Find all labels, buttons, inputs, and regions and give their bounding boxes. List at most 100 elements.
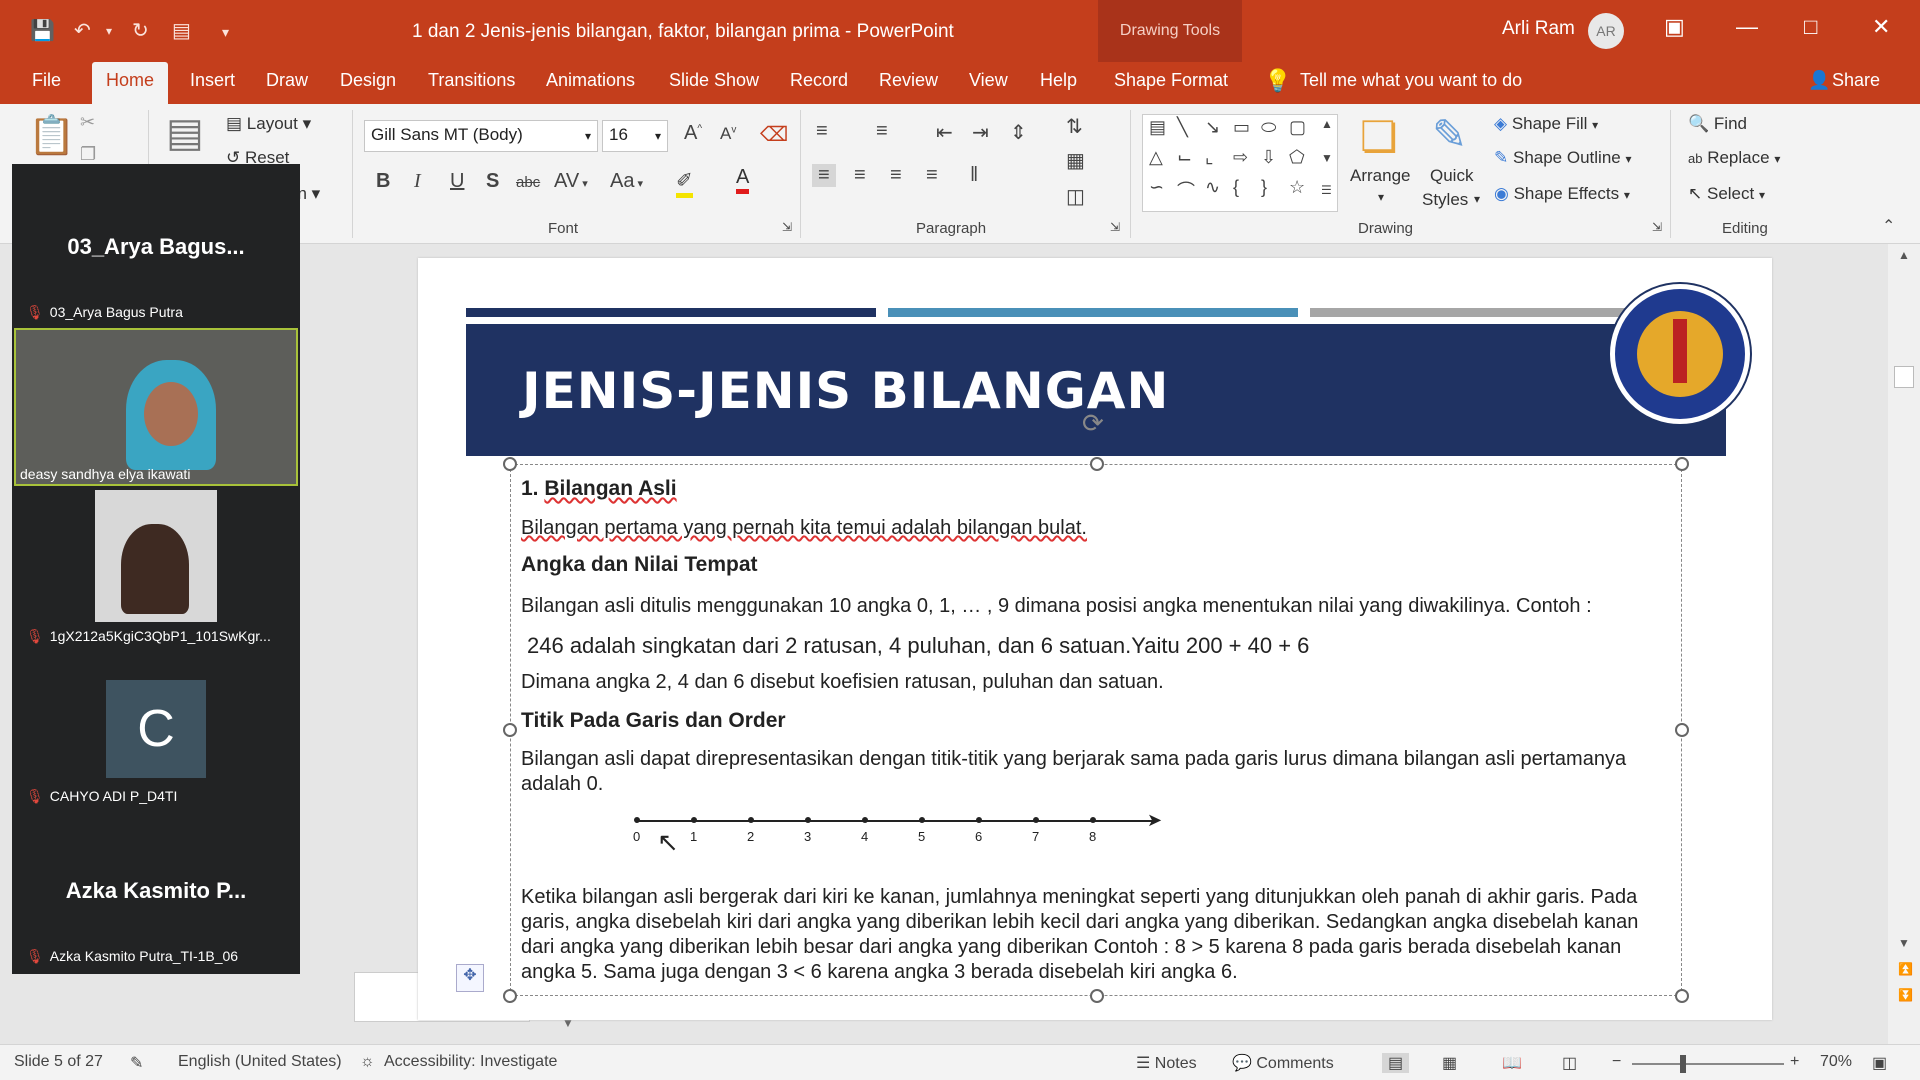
gallery-up-icon[interactable]: ▲ [1321,117,1333,131]
tab-design[interactable]: Design [340,70,396,91]
collapse-ribbon-icon[interactable]: ⌃ [1882,216,1895,236]
previous-slide-icon[interactable]: ⏫ [1898,962,1913,976]
change-case-icon[interactable]: Aa ▾ [610,170,643,193]
spelling-check-icon[interactable]: ✎ [130,1053,143,1073]
tab-file[interactable]: File [32,70,61,91]
tab-slide-show[interactable]: Slide Show [669,70,759,91]
quick-styles-label-1[interactable]: Quick [1430,166,1473,186]
resize-handle-tl[interactable] [503,457,517,471]
tab-shape-format[interactable]: Shape Format [1114,70,1228,91]
rounded-rect-shape-icon[interactable]: ▢ [1289,117,1306,138]
slide-sorter-icon[interactable]: ▦ [1442,1053,1457,1073]
slide-counter[interactable]: Slide 5 of 27 [14,1053,103,1071]
character-spacing-icon[interactable]: AV ▾ [554,170,588,193]
bold-icon[interactable]: B [376,170,390,193]
triangle-shape-icon[interactable]: △ [1149,147,1163,168]
smartart-icon[interactable]: ◫ [1066,184,1085,209]
highlight-icon[interactable]: ✐ [676,168,693,198]
textbox-shape-icon[interactable]: ▤ [1149,117,1166,138]
tab-help[interactable]: Help [1040,70,1077,91]
resize-handle-t[interactable] [1090,457,1104,471]
down-arrow-shape-icon[interactable]: ⇩ [1261,147,1276,168]
brace-left-shape-icon[interactable]: { [1233,177,1239,198]
gallery-more-icon[interactable]: ☰ [1321,183,1332,197]
resize-handle-r[interactable] [1675,723,1689,737]
participant-video-speaking[interactable]: deasy sandhya elya ikawati [14,328,298,486]
scroll-thumb[interactable] [1894,366,1914,388]
cut-icon[interactable]: ✂ [80,112,95,133]
tab-insert[interactable]: Insert [190,70,235,91]
align-text-icon[interactable]: ▦ [1066,148,1085,173]
align-right-icon[interactable]: ≡ [890,164,902,187]
new-slide-icon[interactable]: ▤ [166,110,204,156]
next-slide-icon[interactable]: ⏬ [1898,988,1913,1002]
increase-font-size-icon[interactable]: A^ [684,122,702,145]
participant-video[interactable] [95,490,217,622]
replace-button[interactable]: ab Replace ▾ [1688,148,1780,168]
undo-icon[interactable]: ↶ [74,18,91,43]
share-button[interactable]: Share [1832,70,1880,91]
curve-shape-icon[interactable]: ∿ [1205,177,1220,198]
resize-handle-br[interactable] [1675,989,1689,1003]
present-icon[interactable]: ▤ [172,18,191,43]
resize-handle-tr[interactable] [1675,457,1689,471]
rotate-handle-icon[interactable]: ⟳ [1082,408,1104,439]
slideshow-view-icon[interactable]: ◫ [1562,1053,1577,1073]
quick-styles-icon[interactable]: ✎ [1432,110,1467,159]
fit-to-window-icon[interactable]: ▣ [1872,1053,1887,1073]
brace-right-shape-icon[interactable]: } [1261,177,1267,198]
tab-animations[interactable]: Animations [546,70,635,91]
shadow-icon[interactable]: S [486,170,499,193]
avatar[interactable]: AR [1588,13,1624,49]
elbow-shape-icon[interactable]: ⌞ [1205,147,1213,168]
scribble-shape-icon[interactable]: ∽ [1149,177,1164,198]
increase-indent-icon[interactable]: ⇥ [972,120,989,145]
line-spacing-icon[interactable]: ⇕ [1010,120,1027,145]
align-center-icon[interactable]: ≡ [854,164,866,187]
tab-record[interactable]: Record [790,70,848,91]
resize-handle-bl[interactable] [503,989,517,1003]
customize-qat-icon[interactable]: ▾ [222,24,229,41]
strikethrough-icon[interactable]: abc [516,174,540,191]
arrow-shape-icon[interactable]: ↘ [1205,117,1220,138]
layout-options-icon[interactable]: ✥ [456,964,484,992]
tab-transitions[interactable]: Transitions [428,70,515,91]
copy-icon[interactable]: ❐ [80,144,96,165]
layout-button[interactable]: ▤ Layout ▾ [226,114,311,134]
notes-button[interactable]: ☰ Notes [1136,1053,1197,1073]
quick-styles-label-2[interactable]: Styles [1422,190,1468,210]
tab-review[interactable]: Review [879,70,938,91]
arrange-icon[interactable]: ❏ [1360,112,1398,161]
zoom-slider[interactable] [1632,1063,1784,1065]
shape-fill-button[interactable]: ◈ Shape Fill ▾ [1494,114,1598,134]
font-size-select[interactable]: 16 ▾ [602,120,668,152]
connector-shape-icon[interactable]: ⌙ [1177,147,1192,168]
font-dialog-launcher-icon[interactable]: ⇲ [782,220,792,234]
clear-formatting-icon[interactable]: ⌫ [760,122,788,147]
font-color-icon[interactable]: A [736,166,750,194]
numbering-icon[interactable]: ≡ [876,120,888,143]
ribbon-display-options-icon[interactable]: ▣ [1664,14,1685,40]
paragraph-dialog-launcher-icon[interactable]: ⇲ [1110,220,1120,234]
participant-initial-avatar[interactable]: C [106,680,206,778]
zoom-level[interactable]: 70% [1820,1053,1852,1071]
arrange-button[interactable]: Arrange [1350,166,1410,186]
zoom-in-icon[interactable]: + [1790,1053,1799,1071]
select-button[interactable]: ↖ Select ▾ [1688,184,1765,204]
right-arrow-shape-icon[interactable]: ⇨ [1233,147,1248,168]
italic-icon[interactable]: I [414,170,421,193]
tab-draw[interactable]: Draw [266,70,308,91]
redo-icon[interactable]: ↻ [132,18,149,43]
justify-icon[interactable]: ≡ [926,164,938,187]
accessibility-icon[interactable]: ☼ [360,1053,375,1071]
user-name[interactable]: Arli Ram [1502,18,1575,40]
oval-shape-icon[interactable]: ⬭ [1261,117,1276,138]
underline-icon[interactable]: U [450,170,464,193]
content-textbox[interactable]: 1. Bilangan Asli Bilangan pertama yang p… [503,457,1689,1003]
comments-button[interactable]: 💬 Comments [1232,1053,1334,1073]
decrease-indent-icon[interactable]: ⇤ [936,120,953,145]
arc-shape-icon[interactable]: ⌒ [1177,177,1195,203]
maximize-icon[interactable]: □ [1804,14,1817,40]
tab-view[interactable]: View [969,70,1008,91]
shape-outline-button[interactable]: ✎ Shape Outline ▾ [1494,148,1632,168]
